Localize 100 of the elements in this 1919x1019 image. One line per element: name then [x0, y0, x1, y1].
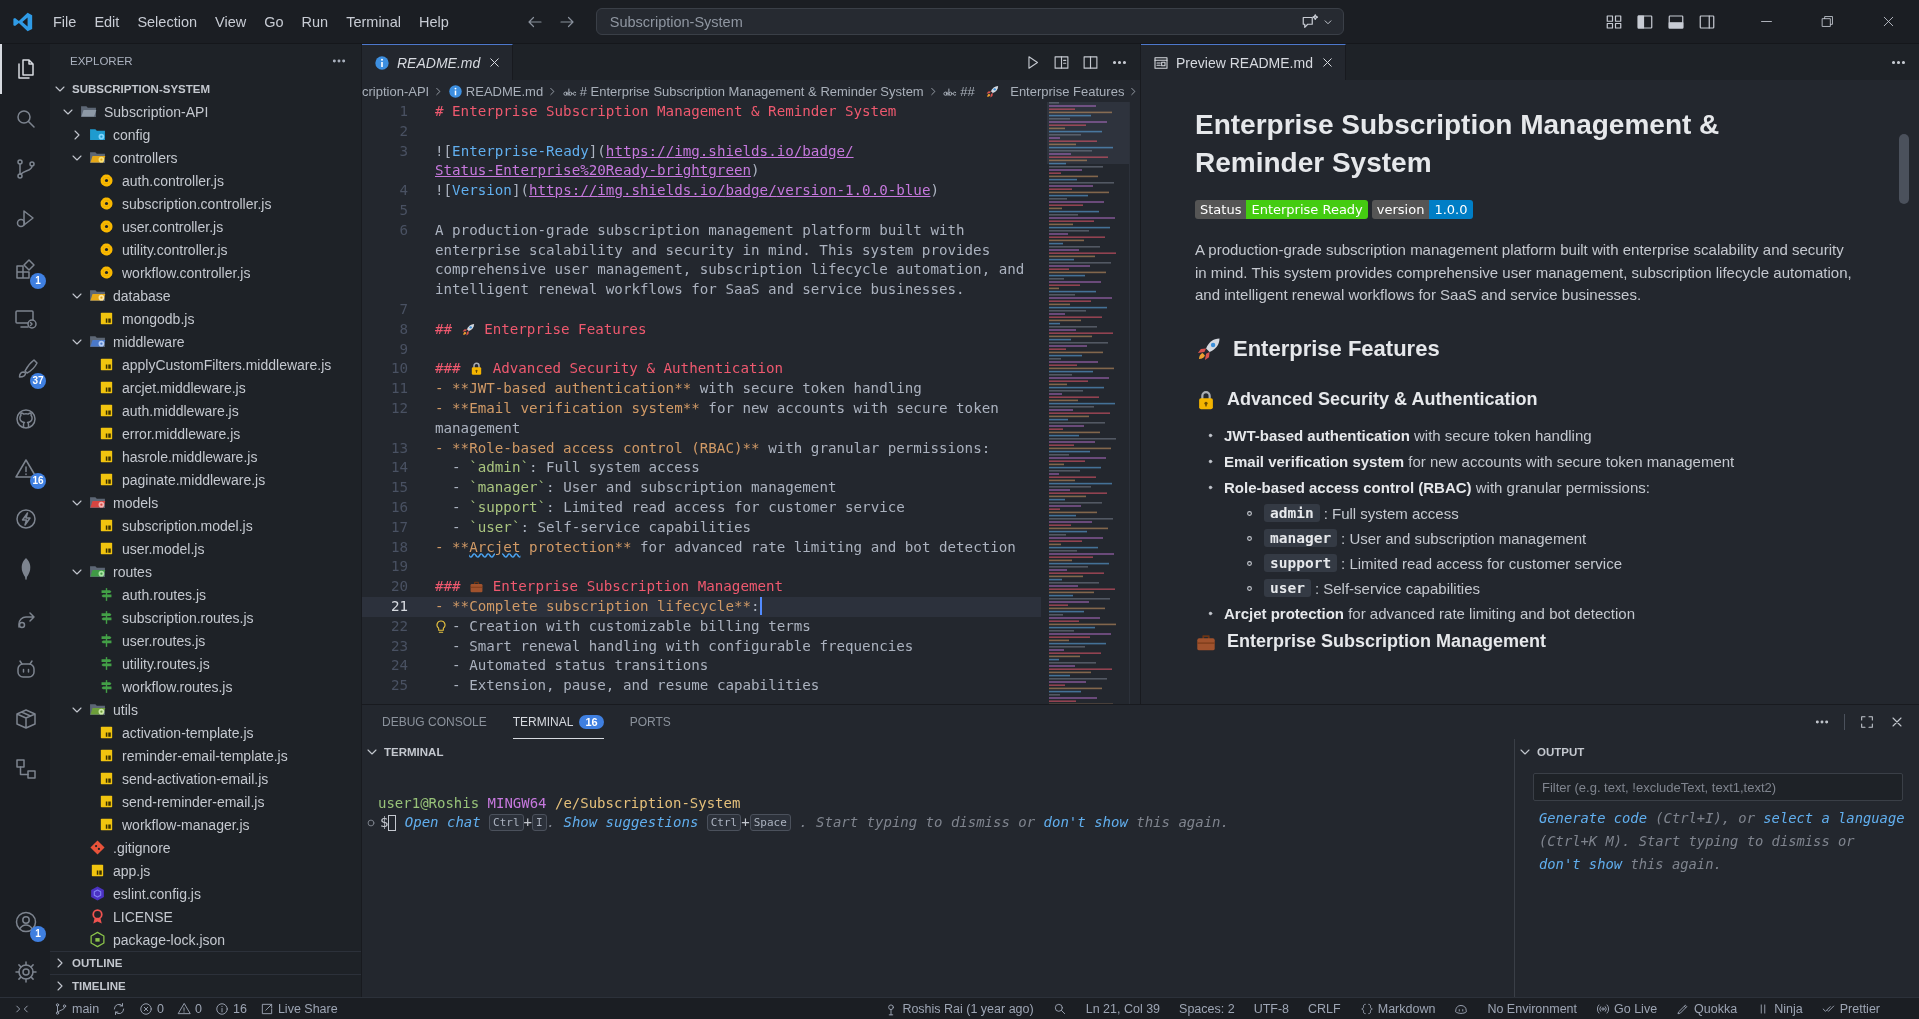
layout-grid-icon[interactable]: [1605, 12, 1623, 31]
lightning-icon[interactable]: [14, 507, 38, 531]
status-item[interactable]: 16: [210, 1001, 252, 1016]
file-name[interactable]: hasrole.middleware.js: [122, 448, 258, 465]
robot-icon[interactable]: [14, 657, 38, 681]
menu-item[interactable]: Go: [255, 8, 293, 35]
status-item[interactable]: Prettier: [1816, 1001, 1885, 1016]
file-name[interactable]: utility.controller.js: [122, 241, 228, 258]
monitor-icon[interactable]: [14, 307, 38, 331]
file-name[interactable]: subscription.controller.js: [122, 195, 272, 212]
menu-item[interactable]: View: [206, 8, 256, 35]
status-item[interactable]: Markdown: [1354, 1001, 1441, 1016]
file-name[interactable]: activation-template.js: [122, 724, 254, 741]
status-item[interactable]: No Environment: [1482, 1001, 1582, 1016]
file-name[interactable]: auth.middleware.js: [122, 402, 239, 419]
menu-item[interactable]: Selection: [128, 8, 207, 35]
package-icon[interactable]: [14, 707, 38, 731]
breadcrumb-item[interactable]: cription-API: [362, 83, 430, 99]
folder-name[interactable]: config: [113, 126, 151, 143]
open-preview-icon[interactable]: [1053, 53, 1070, 71]
folder-name[interactable]: SUBSCRIPTION-SYSTEM: [72, 82, 210, 95]
file-name[interactable]: app.js: [113, 862, 151, 879]
hint-link[interactable]: select a language: [1763, 810, 1905, 826]
file-name[interactable]: paginate.middleware.js: [122, 471, 266, 488]
status-item[interactable]: main: [49, 1001, 105, 1016]
menu-item[interactable]: Terminal: [337, 8, 410, 35]
file-name[interactable]: LICENSE: [113, 908, 173, 925]
panel-tab[interactable]: TERMINAL 16: [512, 705, 604, 739]
folder-name[interactable]: controllers: [113, 149, 178, 166]
zoom-icon[interactable]: [1052, 1001, 1067, 1016]
menu-item[interactable]: Run: [292, 8, 338, 35]
status-item[interactable]: 0: [172, 1001, 207, 1016]
hint-link[interactable]: don't show: [1539, 856, 1623, 872]
file-name[interactable]: auth.controller.js: [122, 172, 224, 189]
file-name[interactable]: user.controller.js: [122, 218, 224, 235]
status-item[interactable]: Live Share: [254, 1001, 343, 1016]
file-name[interactable]: subscription.routes.js: [122, 609, 254, 626]
menu-item[interactable]: Edit: [85, 8, 129, 35]
source-control-icon[interactable]: [14, 157, 38, 181]
filter-field[interactable]: Filter (e.g. text, !excludeText, text1,text2): [1533, 773, 1903, 801]
file-name[interactable]: arcjet.middleware.js: [122, 379, 246, 396]
file-name[interactable]: user.routes.js: [122, 632, 206, 649]
hint-link[interactable]: Show suggestions: [563, 813, 699, 832]
search-icon[interactable]: [14, 107, 38, 131]
folder-name[interactable]: models: [113, 494, 159, 511]
file-name[interactable]: error.middleware.js: [122, 425, 241, 442]
hint-link[interactable]: Generate code: [1539, 810, 1647, 826]
file-name[interactable]: user.model.js: [122, 540, 205, 557]
hint-link[interactable]: Open chat: [404, 813, 481, 832]
file-name[interactable]: utility.routes.js: [122, 655, 210, 672]
status-item[interactable]: Go Live: [1591, 1001, 1663, 1016]
folder-name[interactable]: middleware: [113, 333, 185, 350]
sync-icon[interactable]: [112, 1001, 127, 1016]
panel-tab[interactable]: DEBUG CONSOLE: [382, 705, 487, 739]
menu-item[interactable]: Help: [409, 8, 458, 35]
file-name[interactable]: auth.routes.js: [122, 586, 207, 603]
chat-icon[interactable]: [1300, 12, 1319, 31]
editor-tab[interactable]: README.md: [362, 44, 514, 80]
diagram-icon[interactable]: [14, 757, 38, 781]
status-item[interactable]: Ninja: [1751, 1001, 1808, 1016]
file-name[interactable]: package-lock.json: [113, 931, 226, 948]
hint-link[interactable]: don't show: [1043, 813, 1128, 832]
file-name[interactable]: eslint.config.js: [113, 885, 201, 902]
split-editor-icon[interactable]: [1082, 53, 1099, 71]
file-name[interactable]: send-reminder-email.js: [122, 793, 265, 810]
status-item[interactable]: UTF-8: [1248, 1001, 1295, 1016]
secondary-sidebar-icon[interactable]: [1698, 12, 1716, 31]
extensions-icon[interactable]: [14, 257, 38, 281]
file-name[interactable]: .gitignore: [113, 839, 171, 856]
file-name[interactable]: subscription.model.js: [122, 517, 253, 534]
menu-item[interactable]: File: [44, 8, 86, 35]
file-name[interactable]: workflow.routes.js: [122, 678, 233, 695]
section-title[interactable]: OUTLINE: [72, 957, 123, 969]
sidebar-toggle-icon[interactable]: [1636, 12, 1654, 31]
status-item[interactable]: 0: [134, 1001, 170, 1016]
maximize-icon[interactable]: [1859, 714, 1875, 730]
status-item[interactable]: Ln 21, Col 39: [1080, 1001, 1166, 1016]
breadcrumb-item[interactable]: # Enterprise Subscription Management & Reminder System: [579, 83, 924, 99]
panel-toggle-icon[interactable]: [1667, 12, 1685, 31]
file-name[interactable]: reminder-email-template.js: [122, 747, 288, 764]
command-center-field[interactable]: Subscription-System: [595, 8, 1344, 35]
folder-name[interactable]: utils: [113, 701, 138, 718]
status-item[interactable]: Quokka: [1671, 1001, 1743, 1016]
file-name[interactable]: applyCustomFilters.middleware.js: [122, 356, 332, 373]
file-name[interactable]: workflow-manager.js: [122, 816, 250, 833]
cat-logo-icon[interactable]: [14, 407, 38, 431]
status-item[interactable]: CRLF: [1303, 1001, 1346, 1016]
settings-icon[interactable]: [14, 960, 38, 984]
breadcrumb-item[interactable]: README.md: [465, 83, 544, 99]
account-icon[interactable]: [14, 910, 38, 934]
section-title[interactable]: TIMELINE: [72, 980, 126, 992]
file-name[interactable]: mongodb.js: [122, 310, 195, 327]
folder-name[interactable]: Subscription-API: [104, 103, 209, 120]
folder-name[interactable]: database: [113, 287, 171, 304]
file-name[interactable]: send-activation-email.js: [122, 770, 269, 787]
editor-tab[interactable]: Preview README.md: [1141, 44, 1346, 80]
status-item[interactable]: Spaces: 2: [1174, 1001, 1240, 1016]
status-item[interactable]: Roshis Rai (1 year ago): [879, 1001, 1039, 1016]
folder-name[interactable]: routes: [113, 563, 152, 580]
panel-tab[interactable]: PORTS: [629, 705, 671, 739]
